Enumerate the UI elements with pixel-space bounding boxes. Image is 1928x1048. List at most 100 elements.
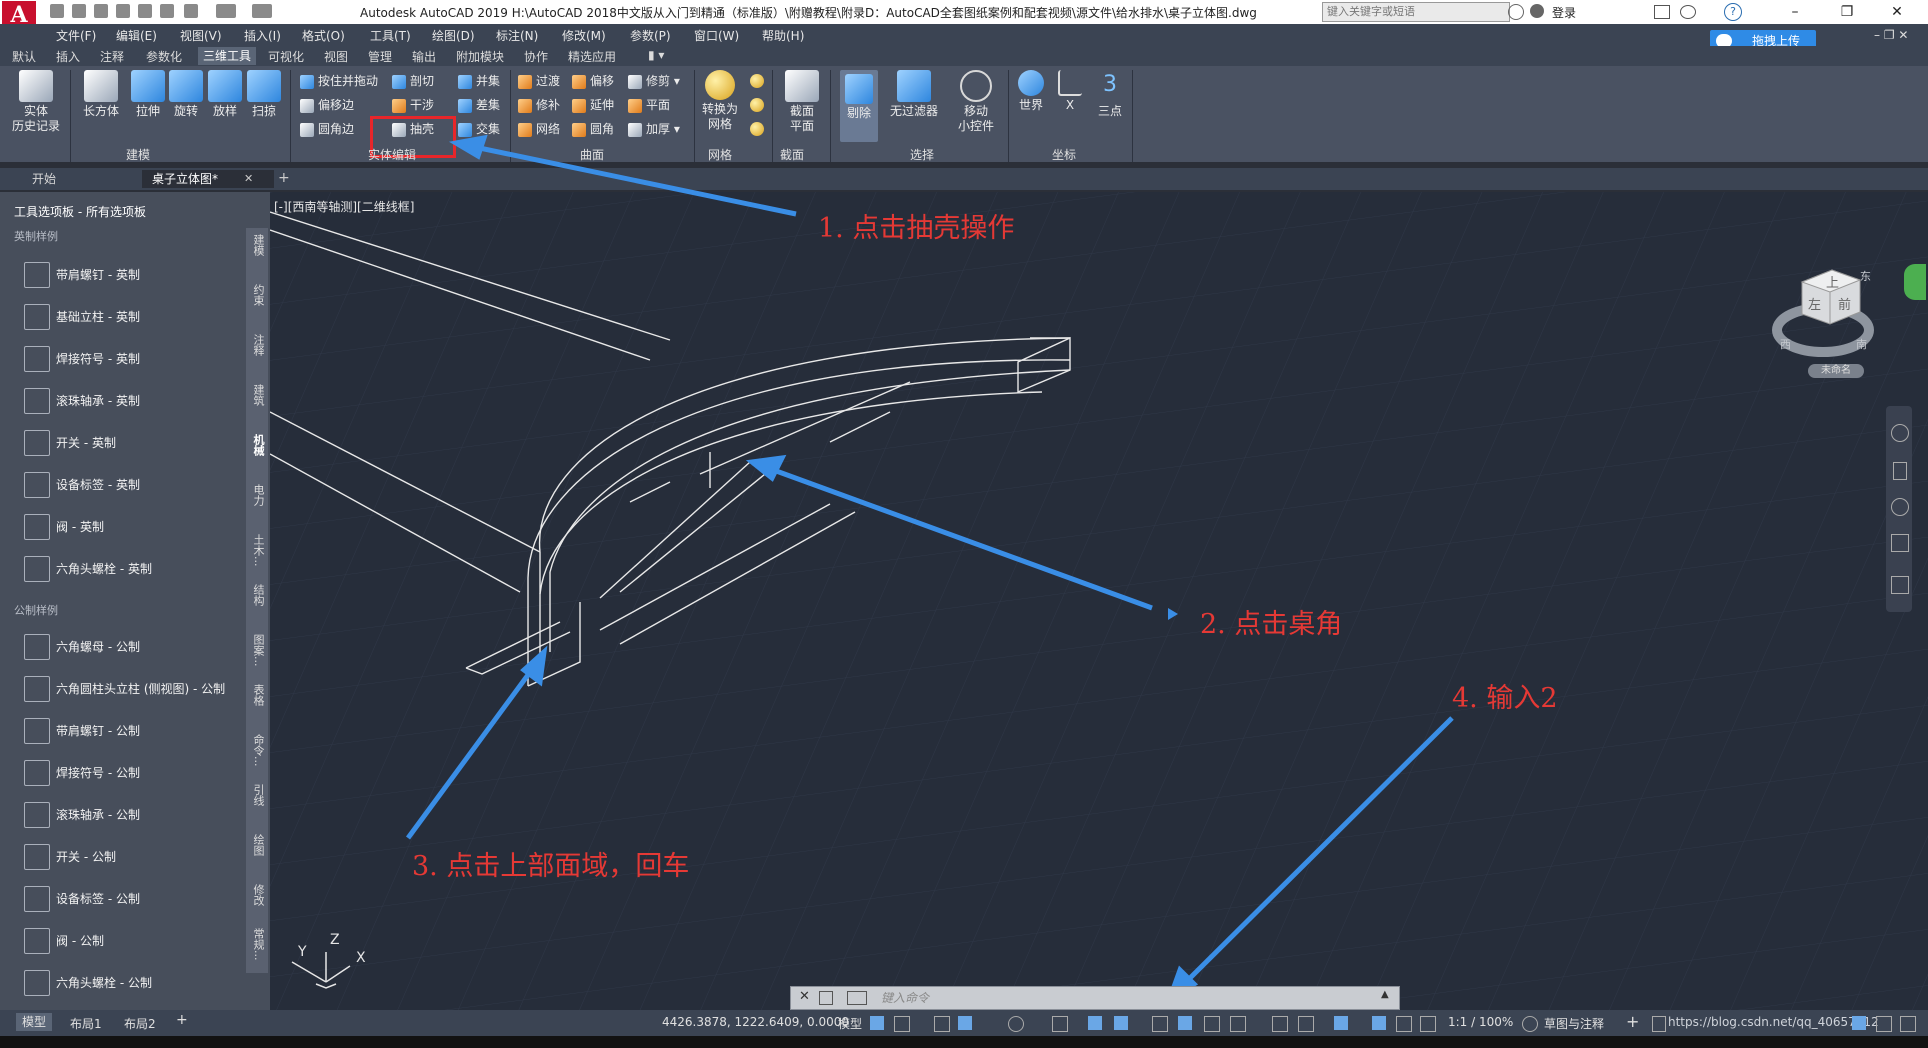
no-filter-button[interactable]: 无过滤器 [884, 70, 944, 119]
close-command-icon[interactable]: ✕ [799, 989, 810, 1004]
menu-edit[interactable]: 编辑(E) [116, 27, 157, 44]
mdi-window-controls[interactable]: – ❐ ✕ [1874, 28, 1908, 42]
layout-tab-1[interactable]: 布局1 [70, 1015, 102, 1032]
viewcube-left[interactable]: 左 [1808, 294, 1821, 313]
selection-filter-icon[interactable] [1298, 1016, 1314, 1032]
ortho-icon[interactable] [958, 1016, 972, 1030]
model-space-toggle[interactable]: 模型 [838, 1015, 862, 1032]
ucs-3point-button[interactable]: 3 三点 [1092, 70, 1128, 119]
mesh-refine-icon[interactable] [750, 98, 764, 112]
help-icon[interactable]: ? [1724, 3, 1742, 21]
viewcube-south[interactable]: 南 [1856, 336, 1867, 352]
tab-featured-apps[interactable]: 精选应用 [568, 48, 616, 65]
palette-item[interactable]: 开关 - 英制 [20, 426, 250, 460]
lineweight-icon[interactable] [1152, 1016, 1168, 1032]
tab-addins[interactable]: 附加模块 [456, 48, 504, 65]
login-button[interactable]: 登录 [1552, 4, 1576, 21]
tab-annotate[interactable]: 注释 [100, 48, 124, 65]
surface-patch-button[interactable]: 修补 [518, 96, 560, 114]
steering-wheel-icon[interactable] [1891, 424, 1909, 442]
culling-button[interactable]: 剔除 [840, 70, 878, 142]
panel-label-section[interactable]: 截面 [780, 146, 804, 163]
badge-icon[interactable] [1904, 264, 1926, 300]
palette-tab[interactable]: 约束 [248, 284, 266, 306]
annotation-scale-icon[interactable] [1420, 1016, 1436, 1032]
workspace-gear-icon[interactable] [1522, 1016, 1538, 1032]
palette-tab[interactable]: 绘图 [248, 834, 266, 856]
undo-icon[interactable] [216, 4, 236, 18]
palette-item[interactable]: 六角头螺栓 - 英制 [20, 552, 250, 586]
palette-tab[interactable]: 命令... [248, 734, 266, 767]
layout-tab-model[interactable]: 模型 [16, 1013, 53, 1031]
loft-button[interactable]: 放样 [205, 70, 245, 119]
viewcube-top[interactable]: 上 [1826, 272, 1839, 291]
surface-planar-button[interactable]: 平面 [628, 96, 670, 114]
menu-help[interactable]: 帮助(H) [762, 27, 804, 44]
palette-tab[interactable]: 图案... [248, 634, 266, 667]
surface-fillet-button[interactable]: 圆角 [572, 120, 614, 138]
palette-tab[interactable]: 表格 [248, 684, 266, 706]
intersect-button[interactable]: 交集 [458, 120, 500, 138]
fillet-edge-button[interactable]: 圆角边 [300, 120, 354, 138]
layout-tab-2[interactable]: 布局2 [124, 1015, 156, 1032]
annotation-visibility-icon[interactable] [1372, 1016, 1386, 1030]
redo-icon[interactable] [252, 4, 272, 18]
polar-icon[interactable] [1008, 1016, 1024, 1032]
new-tab-icon[interactable]: + [278, 170, 290, 186]
tab-visualize[interactable]: 可视化 [268, 48, 304, 65]
move-gizmo-button[interactable]: 移动 小控件 [950, 70, 1002, 134]
panel-label-solid-edit[interactable]: 实体编辑 [368, 146, 416, 163]
offset-edge-button[interactable]: 偏移边 [300, 96, 354, 114]
panel-label-mesh[interactable]: 网格 [708, 146, 732, 163]
drawing-viewport[interactable]: Z Y X [270, 192, 1928, 1010]
object-snap-icon[interactable] [1114, 1016, 1128, 1030]
isodraft-icon[interactable] [1052, 1016, 1068, 1032]
command-input[interactable]: 键入命令 [881, 989, 929, 1006]
menu-modify[interactable]: 修改(M) [562, 27, 606, 44]
new-file-icon[interactable] [50, 4, 64, 18]
command-line[interactable]: ✕ 键入命令 ▲ [790, 986, 1400, 1010]
palette-item[interactable]: 开关 - 公制 [20, 840, 250, 874]
menu-parametric[interactable]: 参数(P) [630, 27, 671, 44]
revolve-button[interactable]: 旋转 [166, 70, 206, 119]
palette-item[interactable]: 焊接符号 - 公制 [20, 756, 250, 790]
palette-item[interactable]: 滚珠轴承 - 英制 [20, 384, 250, 418]
surface-extend-button[interactable]: 延伸 [572, 96, 614, 114]
plot-icon[interactable] [160, 4, 174, 18]
sweep-button[interactable]: 扫掠 [244, 70, 284, 119]
workspace-switcher[interactable]: 草图与注释 [1544, 1015, 1604, 1032]
palette-tab[interactable]: 电力 [248, 484, 266, 506]
add-layout-icon[interactable]: + [176, 1012, 188, 1028]
tab-drawing[interactable]: 桌子立体图* [142, 170, 274, 188]
customize-icon[interactable] [1900, 1016, 1916, 1032]
menu-format[interactable]: 格式(O) [302, 27, 345, 44]
3d-osnap-icon[interactable] [1230, 1016, 1246, 1032]
tab-view[interactable]: 视图 [324, 48, 348, 65]
selection-cycling-icon[interactable] [1204, 1016, 1220, 1032]
palette-tab[interactable]: 注释 [248, 334, 266, 356]
ucs-x-button[interactable]: X [1052, 70, 1088, 113]
menu-insert[interactable]: 插入(I) [244, 27, 281, 44]
viewport-label[interactable]: [-][西南等轴测][二维线框] [274, 198, 414, 215]
palette-item[interactable]: 六角圆柱头立柱 (侧视图) - 公制 [20, 672, 250, 706]
menu-tools[interactable]: 工具(T) [370, 27, 411, 44]
slice-button[interactable]: 剖切 [392, 72, 434, 90]
tab-default[interactable]: 默认 [12, 48, 36, 65]
surface-thicken-button[interactable]: 加厚 ▾ [628, 120, 680, 138]
infer-icon[interactable] [934, 1016, 950, 1032]
panel-label-selection[interactable]: 选择 [910, 146, 934, 163]
palette-tab[interactable]: 机械 [248, 434, 266, 456]
menu-window[interactable]: 窗口(W) [694, 27, 739, 44]
tab-collaborate[interactable]: 协作 [524, 48, 548, 65]
interfere-button[interactable]: 干涉 [392, 96, 434, 114]
auto-scale-icon[interactable] [1396, 1016, 1412, 1032]
wrench-icon[interactable] [819, 991, 833, 1005]
menu-view[interactable]: 视图(V) [180, 27, 222, 44]
palette-item[interactable]: 焊接符号 - 英制 [20, 342, 250, 376]
open-file-icon[interactable] [72, 4, 86, 18]
binoculars-icon[interactable] [1508, 4, 1524, 20]
command-history-icon[interactable]: ▲ [1381, 989, 1389, 1000]
dynamic-ucs-icon[interactable] [1272, 1016, 1288, 1032]
save-as-icon[interactable] [116, 4, 130, 18]
shell-button[interactable]: 抽壳 [392, 120, 434, 138]
